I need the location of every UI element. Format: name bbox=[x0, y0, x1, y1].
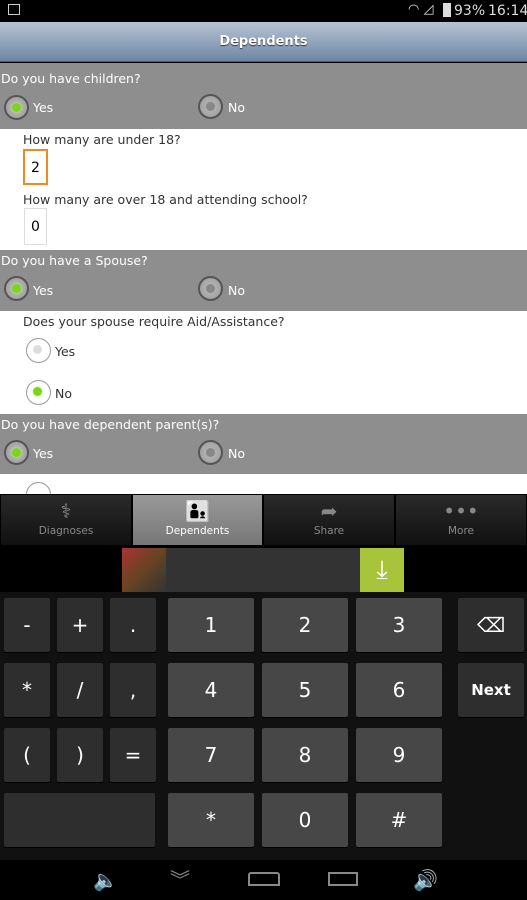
parents-yes-label[interactable]: Yes bbox=[33, 446, 53, 461]
children-details: How many are under 18? 2 How many are ov… bbox=[0, 129, 527, 250]
key-symbol[interactable]: + bbox=[57, 598, 103, 652]
tab-label: Dependents bbox=[165, 525, 230, 537]
children-yes-label[interactable]: Yes bbox=[33, 100, 53, 115]
keyboard: - +. * /,() = 1 2 3 4 5 6 7 8 9 * 0 # ⌫ Next bbox=[0, 592, 527, 860]
share-icon: ➦ bbox=[320, 499, 338, 523]
key-digit[interactable]: 0 bbox=[262, 793, 348, 847]
parent-child-icon: 👨‍👦 bbox=[185, 499, 210, 523]
key-digit[interactable]: 7 bbox=[168, 728, 254, 782]
children-question: Do you have children? bbox=[1, 71, 141, 86]
children-no-radio[interactable] bbox=[198, 94, 223, 119]
children-yes-radio[interactable] bbox=[4, 95, 29, 120]
key-symbol[interactable]: - bbox=[4, 598, 50, 652]
key-digit[interactable]: 5 bbox=[262, 663, 348, 717]
key-symbol[interactable]: = bbox=[110, 728, 156, 782]
tab-dependents[interactable]: 👨‍👦 Dependents bbox=[132, 494, 263, 546]
key-digit[interactable]: 2 bbox=[262, 598, 348, 652]
more-content bbox=[0, 474, 527, 494]
nav-bar: 🔈 ︾ 🔊 bbox=[0, 860, 527, 900]
spouse-question: Do you have a Spouse? bbox=[1, 253, 148, 268]
parents-section: Do you have dependent parent(s)? Yes No bbox=[0, 414, 527, 474]
volume-down-icon[interactable]: 🔈 bbox=[93, 868, 118, 892]
gallery-notification-icon bbox=[8, 4, 20, 15]
battery-icon bbox=[443, 3, 451, 17]
children-section: Do you have children? Yes No bbox=[0, 63, 527, 129]
spouse-yes-label[interactable]: Yes bbox=[33, 283, 53, 298]
next-key[interactable]: Next bbox=[458, 663, 524, 717]
key-symbol[interactable]: ) bbox=[57, 728, 103, 782]
key-symbol[interactable]: ( bbox=[4, 728, 50, 782]
spouse-no-label[interactable]: No bbox=[228, 283, 245, 298]
spouse-aid-section: Does your spouse require Aid/Assistance?… bbox=[0, 311, 527, 414]
status-bar: ◠ ◿ 93% 16:14 bbox=[0, 0, 527, 22]
radio-partial[interactable] bbox=[26, 482, 51, 494]
spouse-aid-yes-label[interactable]: Yes bbox=[55, 344, 75, 359]
more-icon: ••• bbox=[443, 499, 479, 523]
spouse-aid-no-label[interactable]: No bbox=[55, 386, 72, 401]
spouse-yes-radio[interactable] bbox=[4, 276, 29, 301]
battery-level: 93% bbox=[454, 3, 486, 19]
spouse-aid-no-radio[interactable] bbox=[26, 380, 51, 405]
download-icon[interactable]: ⤓ bbox=[360, 548, 404, 592]
back-icon[interactable]: ︾ bbox=[170, 864, 190, 893]
parents-question: Do you have dependent parent(s)? bbox=[1, 417, 220, 432]
parents-no-radio[interactable] bbox=[198, 440, 223, 465]
over18-input[interactable]: 0 bbox=[24, 208, 47, 245]
ad-game-image bbox=[122, 548, 166, 592]
key-digit[interactable]: 9 bbox=[356, 728, 442, 782]
volume-up-icon[interactable]: 🔊 bbox=[413, 868, 438, 892]
key-symbol[interactable]: , bbox=[110, 663, 156, 717]
key-digit[interactable]: 3 bbox=[356, 598, 442, 652]
parents-yes-radio[interactable] bbox=[4, 440, 29, 465]
ad-banner[interactable]: ⤓ bbox=[122, 548, 404, 592]
tab-label: Share bbox=[313, 525, 345, 537]
tab-share[interactable]: ➦ Share bbox=[263, 494, 395, 546]
over18-label: How many are over 18 and attending schoo… bbox=[23, 192, 308, 207]
tab-diagnoses[interactable]: ⚕ Diagnoses bbox=[0, 494, 132, 546]
key-digit[interactable]: 8 bbox=[262, 728, 348, 782]
page-title: Dependents bbox=[0, 22, 527, 62]
key-symbol[interactable]: * bbox=[4, 663, 50, 717]
key-digit[interactable]: # bbox=[356, 793, 442, 847]
caduceus-icon: ⚕ bbox=[60, 499, 72, 523]
tab-label: Diagnoses bbox=[38, 525, 94, 537]
spouse-no-radio[interactable] bbox=[198, 276, 223, 301]
spouse-aid-yes-radio[interactable] bbox=[26, 338, 51, 363]
clock: 16:14 bbox=[488, 3, 527, 19]
children-no-label[interactable]: No bbox=[228, 100, 245, 115]
spouse-aid-question: Does your spouse require Aid/Assistance? bbox=[23, 314, 285, 329]
parents-no-label[interactable]: No bbox=[228, 446, 245, 461]
key-blank[interactable] bbox=[4, 793, 155, 847]
key-digit[interactable]: 1 bbox=[168, 598, 254, 652]
tab-more[interactable]: ••• More bbox=[395, 494, 527, 546]
key-symbol[interactable]: . bbox=[110, 598, 156, 652]
wifi-icon: ◠ ◿ bbox=[408, 2, 434, 17]
spouse-section: Do you have a Spouse? Yes No bbox=[0, 250, 527, 311]
recents-icon[interactable] bbox=[328, 872, 358, 886]
home-icon[interactable] bbox=[248, 872, 280, 886]
key-digit[interactable]: 6 bbox=[356, 663, 442, 717]
tab-label: More bbox=[447, 525, 475, 537]
backspace-key[interactable]: ⌫ bbox=[458, 598, 524, 652]
key-digit[interactable]: 4 bbox=[168, 663, 254, 717]
key-symbol[interactable]: / bbox=[57, 663, 103, 717]
key-digit[interactable]: * bbox=[168, 793, 254, 847]
under18-input[interactable]: 2 bbox=[23, 149, 48, 185]
under18-label: How many are under 18? bbox=[23, 132, 181, 147]
